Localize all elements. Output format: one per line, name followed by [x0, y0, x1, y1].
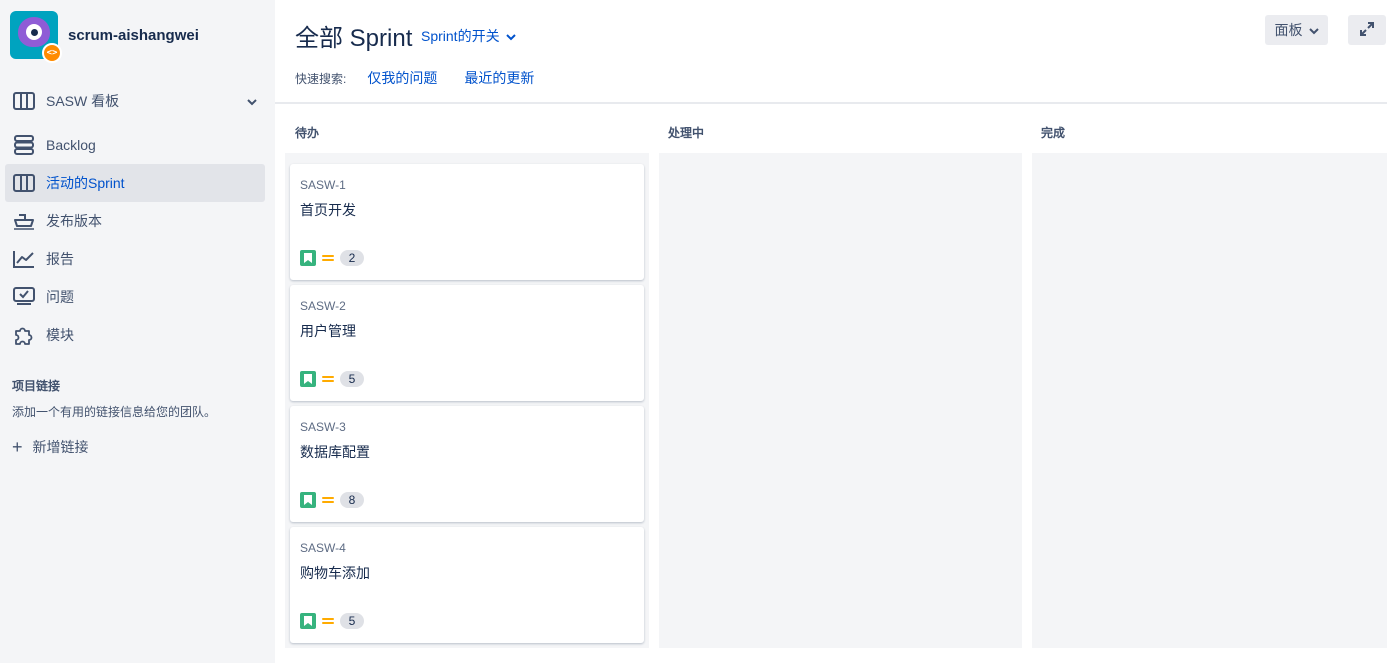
add-link-label: 新增链接: [32, 439, 89, 455]
issue-summary: 用户管理: [300, 323, 356, 339]
project-name: scrum-aishangwei: [68, 26, 199, 44]
project-links-title: 项目链接: [12, 379, 61, 393]
issues-icon: [13, 287, 35, 307]
project-avatar: <>: [10, 11, 62, 63]
sprint-toggle-dropdown[interactable]: Sprint的开关: [421, 26, 516, 46]
avatar-pupil: [31, 29, 38, 36]
issue-meta: 5: [300, 613, 364, 629]
issue-key[interactable]: SASW-4: [300, 541, 346, 555]
sidebar-item-label: 活动的Sprint: [46, 175, 125, 191]
project-header[interactable]: <> scrum-aishangwei: [10, 10, 199, 63]
column-in-progress[interactable]: [659, 153, 1022, 648]
sidebar-item-components[interactable]: 模块: [5, 316, 265, 354]
sidebar-item-label: 发布版本: [46, 213, 102, 229]
ship-icon: [13, 211, 35, 231]
column-done[interactable]: [1032, 153, 1387, 648]
sidebar-item-backlog[interactable]: Backlog: [5, 126, 265, 164]
code-icon: <>: [42, 43, 62, 63]
quick-search-label: 快速搜索:: [295, 71, 347, 86]
filter-recently-updated[interactable]: 最近的更新: [464, 68, 534, 88]
story-points-badge: 8: [340, 492, 364, 508]
story-points-badge: 5: [340, 613, 364, 629]
issue-key[interactable]: SASW-3: [300, 420, 346, 434]
issue-key[interactable]: SASW-2: [300, 299, 346, 313]
issue-summary: 首页开发: [300, 202, 356, 218]
sidebar-item-active-sprint[interactable]: 活动的Sprint: [5, 164, 265, 202]
sidebar-item-label: 报告: [46, 251, 74, 267]
story-icon: [300, 250, 316, 266]
column-header-in-progress: 处理中: [668, 126, 705, 140]
story-points-badge: 5: [340, 371, 364, 387]
puzzle-icon: [13, 325, 35, 345]
issue-summary: 数据库配置: [300, 444, 370, 460]
chevron-down-icon: [505, 28, 516, 44]
issue-card[interactable]: SASW-3 数据库配置 8: [290, 406, 644, 522]
issue-card[interactable]: SASW-2 用户管理 5: [290, 285, 644, 401]
story-points-badge: 2: [340, 250, 364, 266]
filter-only-my-issues[interactable]: 仅我的问题: [367, 68, 437, 88]
priority-medium-icon: [322, 253, 334, 263]
sprint-toggle-label: Sprint的开关: [421, 28, 500, 44]
issue-card[interactable]: SASW-1 首页开发 2: [290, 164, 644, 280]
column-header-done: 完成: [1041, 126, 1066, 140]
sidebar-item-reports[interactable]: 报告: [5, 240, 265, 278]
sidebar: <> scrum-aishangwei SASW 看板 Backlog 活动的S…: [0, 0, 275, 663]
chevron-down-icon: [1308, 22, 1319, 38]
story-icon: [300, 371, 316, 387]
column-todo[interactable]: SASW-1 首页开发 2 SASW-2 用户管理 5 SASW-3 数据库配置…: [285, 153, 649, 648]
chart-icon: [13, 249, 35, 269]
chevron-down-icon: [247, 93, 257, 109]
page-title: 全部 Sprint: [295, 25, 413, 52]
board-selector[interactable]: SASW 看板: [5, 82, 265, 120]
project-links-description: 添加一个有用的链接信息给您的团队。: [12, 405, 217, 419]
priority-medium-icon: [322, 616, 334, 626]
priority-medium-icon: [322, 495, 334, 505]
sidebar-item-issues[interactable]: 问题: [5, 278, 265, 316]
issue-key[interactable]: SASW-1: [300, 178, 346, 192]
board-icon: [13, 173, 35, 193]
board-icon: [13, 91, 35, 111]
sidebar-item-releases[interactable]: 发布版本: [5, 202, 265, 240]
story-icon: [300, 492, 316, 508]
sidebar-item-label: 模块: [46, 327, 74, 343]
issue-summary: 购物车添加: [300, 565, 370, 581]
column-header-todo: 待办: [295, 126, 320, 140]
sidebar-item-label: Backlog: [46, 137, 96, 153]
priority-medium-icon: [322, 374, 334, 384]
sidebar-nav: SASW 看板 Backlog 活动的Sprint 发布版本 报告 问题 模块: [5, 82, 265, 354]
sidebar-item-label: 问题: [46, 289, 74, 305]
header-divider: [275, 102, 1387, 104]
board-selector-label: SASW 看板: [46, 93, 120, 109]
board-menu-label: 面板: [1274, 22, 1303, 38]
issue-meta: 8: [300, 492, 364, 508]
story-icon: [300, 613, 316, 629]
issue-meta: 5: [300, 371, 364, 387]
plus-icon: +: [12, 437, 23, 457]
issue-card[interactable]: SASW-4 购物车添加 5: [290, 527, 644, 643]
backlog-icon: [13, 135, 35, 155]
issue-meta: 2: [300, 250, 364, 266]
expand-icon: [1360, 21, 1374, 39]
board-menu-button[interactable]: 面板: [1265, 15, 1328, 45]
quick-filters: 快速搜索: 仅我的问题 最近的更新: [295, 68, 561, 88]
add-link-button[interactable]: + 新增链接: [12, 437, 89, 457]
expand-button[interactable]: [1348, 15, 1386, 45]
